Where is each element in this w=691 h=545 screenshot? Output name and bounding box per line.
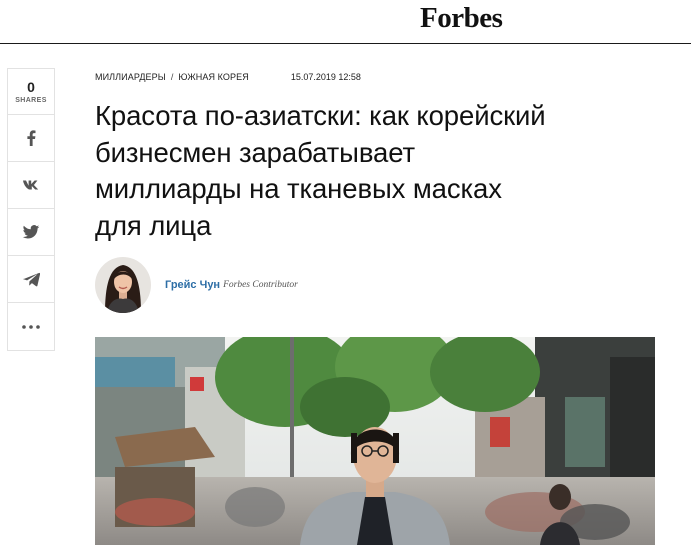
- share-facebook-button[interactable]: [8, 115, 54, 162]
- author-avatar[interactable]: [95, 257, 151, 313]
- forbes-logo[interactable]: Forbes: [420, 2, 503, 35]
- article-meta: Миллиардеры / Южная Корея 15.07.2019 12:…: [95, 72, 361, 82]
- share-counter: 0 SHARES: [8, 69, 54, 115]
- author-role: Forbes Contributor: [223, 280, 298, 290]
- twitter-icon: [22, 224, 40, 239]
- more-icon: [22, 324, 40, 329]
- author-name[interactable]: Грейс Чун: [165, 279, 220, 291]
- telegram-icon: [22, 272, 40, 286]
- author-byline: Грейс Чун Forbes Contributor: [95, 256, 298, 314]
- share-rail: 0 SHARES: [7, 68, 55, 351]
- share-count-label: SHARES: [15, 96, 47, 104]
- share-count: 0: [27, 78, 35, 95]
- breadcrumb-south-korea[interactable]: Южная Корея: [178, 72, 248, 82]
- share-telegram-button[interactable]: [8, 256, 54, 303]
- breadcrumb-billionaires[interactable]: Миллиардеры: [95, 72, 166, 82]
- vk-icon: [23, 180, 39, 190]
- article-title: Красота по-азиатски: как корейский бизне…: [95, 100, 546, 241]
- publish-date: 15.07.2019 12:58: [290, 72, 361, 82]
- facebook-icon: [27, 130, 36, 146]
- share-twitter-button[interactable]: [8, 209, 54, 256]
- share-vk-button[interactable]: [8, 162, 54, 209]
- site-header: Forbes: [0, 0, 691, 44]
- hero-image: [95, 337, 655, 545]
- breadcrumb-separator: /: [170, 72, 174, 82]
- more-share-button[interactable]: [8, 303, 54, 350]
